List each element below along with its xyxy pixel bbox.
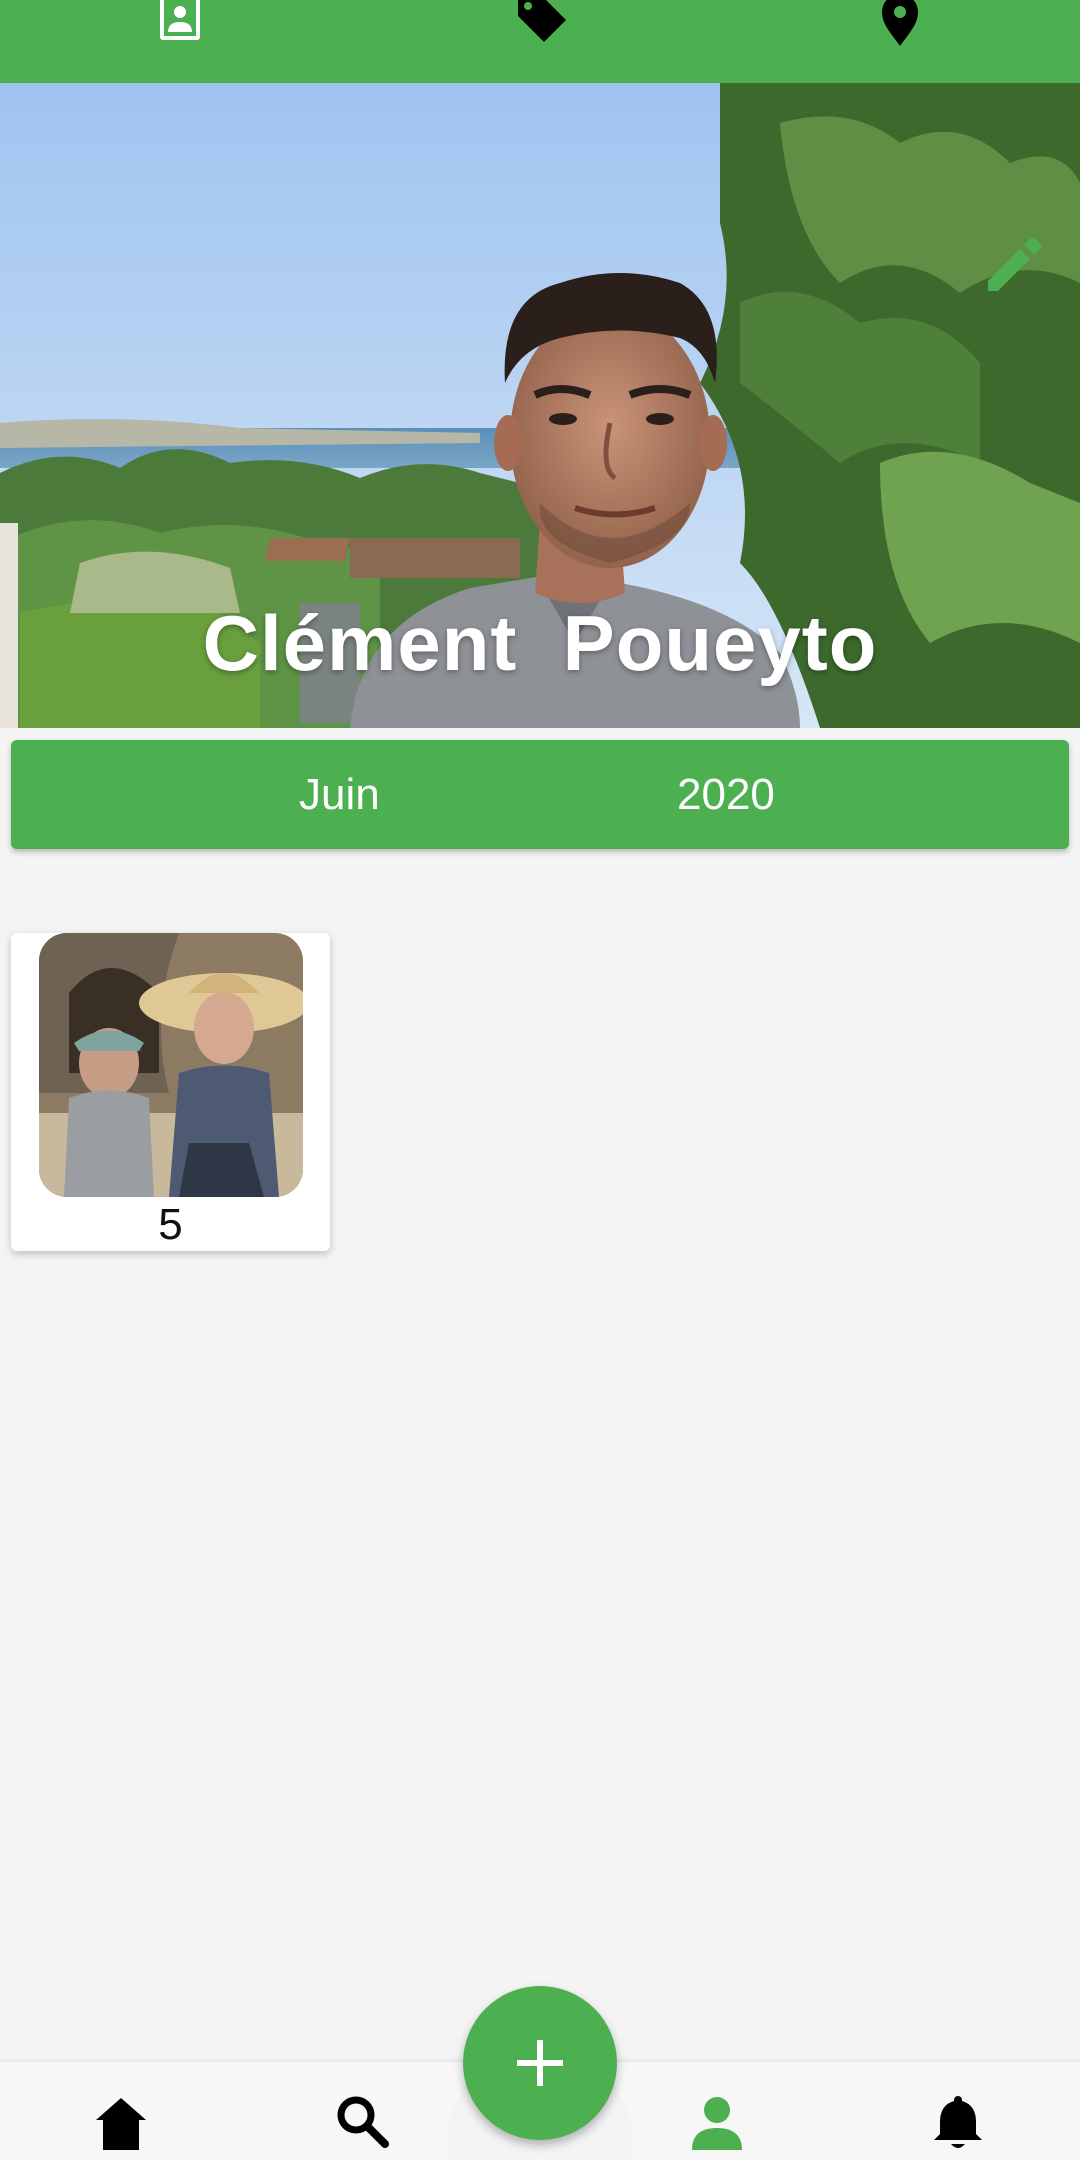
location-pin-icon <box>882 0 918 46</box>
pencil-icon[interactable] <box>980 233 1044 297</box>
tab-location[interactable] <box>800 0 1000 83</box>
tag-icon <box>518 0 566 42</box>
tab-contact[interactable] <box>80 0 280 83</box>
period-selector[interactable]: Juin 2020 <box>11 740 1069 849</box>
album-count: 5 <box>158 1200 183 1249</box>
contact-card-icon <box>160 0 200 40</box>
album-card[interactable]: 5 <box>11 933 330 1251</box>
album-thumbnail <box>39 933 303 1197</box>
nav-notifications[interactable] <box>918 2092 998 2160</box>
nav-home[interactable] <box>81 2092 161 2160</box>
add-button[interactable] <box>463 1986 617 2140</box>
tab-tags[interactable] <box>440 0 640 83</box>
home-icon <box>96 2098 146 2150</box>
month-label[interactable]: Juin <box>299 770 380 820</box>
friends-photo <box>39 933 303 1197</box>
plus-icon <box>517 2040 563 2086</box>
profile-cover: Clément Poueyto <box>0 83 1080 728</box>
profile-name: Clément Poueyto <box>202 599 878 687</box>
search-icon <box>337 2096 389 2148</box>
bell-icon <box>934 2096 982 2148</box>
nav-profile[interactable] <box>677 2092 757 2160</box>
year-label[interactable]: 2020 <box>677 770 775 820</box>
person-icon <box>692 2097 742 2150</box>
nav-search[interactable] <box>322 2092 402 2160</box>
top-tab-bar <box>0 0 1080 83</box>
